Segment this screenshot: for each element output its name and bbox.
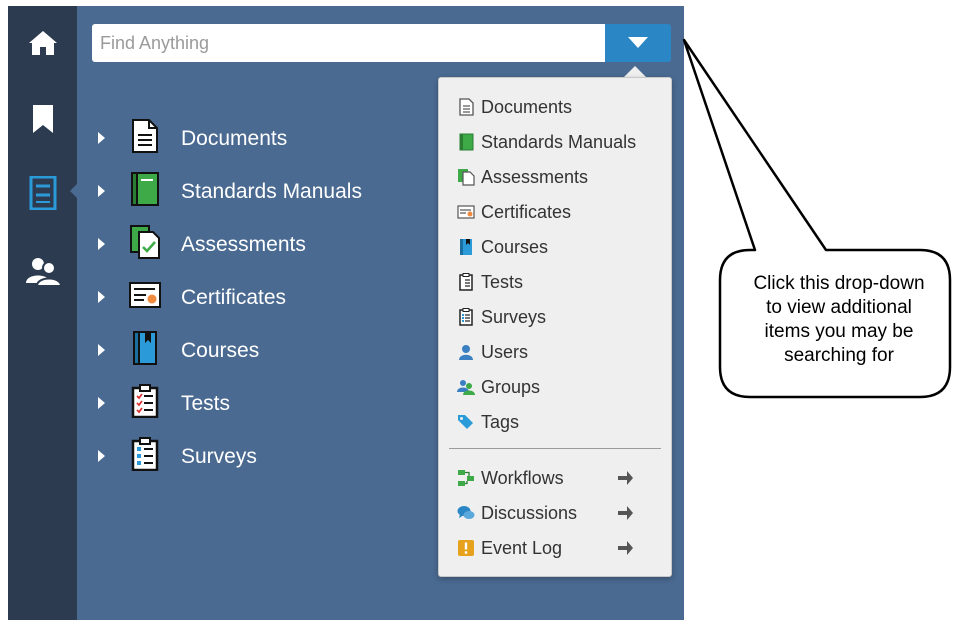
dropdown-item-label: Event Log bbox=[481, 537, 563, 558]
expand-arrow-icon[interactable] bbox=[98, 397, 105, 409]
dropdown-item-label: Assessments bbox=[481, 166, 589, 187]
expand-arrow-icon[interactable] bbox=[98, 132, 105, 144]
tree-item-label: Tests bbox=[181, 392, 231, 415]
tree-item-documents[interactable]: Documents bbox=[92, 118, 392, 158]
dropdown-item-label: Tags bbox=[481, 411, 520, 432]
active-indicator bbox=[70, 183, 78, 199]
discussion-icon bbox=[457, 506, 475, 519]
rail-library-button[interactable] bbox=[8, 170, 78, 216]
search-input[interactable] bbox=[92, 24, 608, 62]
callout-text: Click this drop-down to view additional … bbox=[725, 272, 953, 368]
arrow-right-icon[interactable] bbox=[617, 505, 634, 521]
tree-item-courses[interactable]: Courses bbox=[92, 330, 392, 370]
dropdown-item-courses[interactable]: Courses bbox=[457, 233, 548, 261]
course-icon bbox=[133, 331, 157, 365]
expand-arrow-icon[interactable] bbox=[98, 344, 105, 356]
dropdown-item-label: Groups bbox=[481, 376, 541, 397]
groups-icon bbox=[457, 380, 475, 395]
user-icon bbox=[459, 345, 473, 360]
dropdown-item-standards-manuals[interactable]: Standards Manuals bbox=[457, 128, 636, 156]
dropdown-link-event-log[interactable]: Event Log bbox=[457, 534, 637, 562]
dropdown-item-label: Discussions bbox=[481, 502, 578, 523]
tree-item-label: Documents bbox=[181, 127, 288, 150]
dropdown-item-label: Standards Manuals bbox=[481, 131, 637, 152]
left-nav-rail bbox=[8, 6, 78, 620]
dropdown-pointer bbox=[624, 66, 646, 77]
test-icon bbox=[459, 273, 473, 291]
expand-arrow-icon[interactable] bbox=[98, 185, 105, 197]
test-icon bbox=[131, 384, 159, 418]
certificate-icon bbox=[129, 282, 161, 308]
dropdown-divider bbox=[449, 448, 661, 449]
home-icon bbox=[28, 31, 57, 55]
dropdown-item-label: Workflows bbox=[481, 467, 564, 488]
dropdown-item-label: Tests bbox=[481, 271, 524, 292]
arrow-right-icon[interactable] bbox=[617, 540, 634, 556]
expand-arrow-icon[interactable] bbox=[98, 450, 105, 462]
dropdown-item-label: Documents bbox=[481, 96, 573, 117]
dropdown-item-label: Courses bbox=[481, 236, 549, 257]
rail-home-button[interactable] bbox=[8, 20, 77, 66]
dropdown-item-surveys[interactable]: Surveys bbox=[457, 303, 546, 331]
course-icon bbox=[460, 239, 472, 255]
expand-arrow-icon[interactable] bbox=[98, 291, 105, 303]
dropdown-item-groups[interactable]: Groups bbox=[457, 373, 540, 401]
assessment-icon bbox=[458, 169, 475, 186]
search-type-dropdown-button[interactable] bbox=[605, 24, 671, 62]
standards-manual-icon bbox=[131, 172, 159, 206]
tree-item-certificates[interactable]: Certificates bbox=[92, 277, 392, 317]
dropdown-item-label: Surveys bbox=[481, 306, 547, 327]
rail-bookmarks-button[interactable] bbox=[8, 96, 77, 142]
dropdown-item-assessments[interactable]: Assessments bbox=[457, 163, 588, 191]
chevron-down-icon bbox=[628, 37, 648, 48]
bookmark-icon bbox=[32, 105, 53, 133]
search-type-dropdown-menu: Documents Standards Manuals Assessments … bbox=[438, 77, 672, 577]
library-icon bbox=[29, 176, 56, 210]
callout-line: searching for bbox=[784, 345, 894, 366]
tree-item-label: Courses bbox=[181, 339, 260, 362]
tree-item-assessments[interactable]: Assessments bbox=[92, 224, 392, 264]
callout-line: to view additional bbox=[766, 297, 912, 318]
tree-item-label: Certificates bbox=[181, 286, 287, 309]
tree-item-tests[interactable]: Tests bbox=[92, 383, 392, 423]
tree-item-label: Surveys bbox=[181, 445, 257, 468]
tree-item-surveys[interactable]: Surveys bbox=[92, 436, 392, 476]
expand-arrow-icon[interactable] bbox=[98, 238, 105, 250]
tree-item-label: Standards Manuals bbox=[181, 180, 362, 203]
tree-item-standards-manuals[interactable]: Standards Manuals bbox=[92, 171, 392, 211]
document-icon bbox=[459, 98, 474, 116]
assessment-icon bbox=[130, 225, 160, 259]
standards-manual-icon bbox=[459, 133, 474, 151]
certificate-icon bbox=[457, 205, 475, 219]
search-bar bbox=[92, 24, 671, 62]
dropdown-item-label: Certificates bbox=[481, 201, 572, 222]
dropdown-link-workflows[interactable]: Workflows bbox=[457, 464, 637, 492]
dropdown-item-users[interactable]: Users bbox=[457, 338, 528, 366]
dropdown-item-documents[interactable]: Documents bbox=[457, 93, 572, 121]
document-icon bbox=[132, 119, 158, 153]
users-icon bbox=[25, 258, 61, 287]
dropdown-item-tags[interactable]: Tags bbox=[457, 408, 519, 436]
dropdown-item-label: Users bbox=[481, 341, 529, 362]
dropdown-link-discussions[interactable]: Discussions bbox=[457, 499, 637, 527]
tag-icon bbox=[458, 415, 473, 429]
rail-users-button[interactable] bbox=[8, 248, 77, 294]
callout-line: items you may be bbox=[764, 321, 914, 342]
callout-line: Click this drop-down bbox=[753, 273, 925, 294]
survey-icon bbox=[459, 308, 473, 326]
workflow-icon bbox=[458, 470, 474, 486]
tree-item-label: Assessments bbox=[181, 233, 306, 256]
dropdown-item-tests[interactable]: Tests bbox=[457, 268, 523, 296]
event-log-icon bbox=[458, 540, 474, 556]
survey-icon bbox=[131, 437, 159, 471]
dropdown-item-certificates[interactable]: Certificates bbox=[457, 198, 571, 226]
arrow-right-icon[interactable] bbox=[617, 470, 634, 486]
